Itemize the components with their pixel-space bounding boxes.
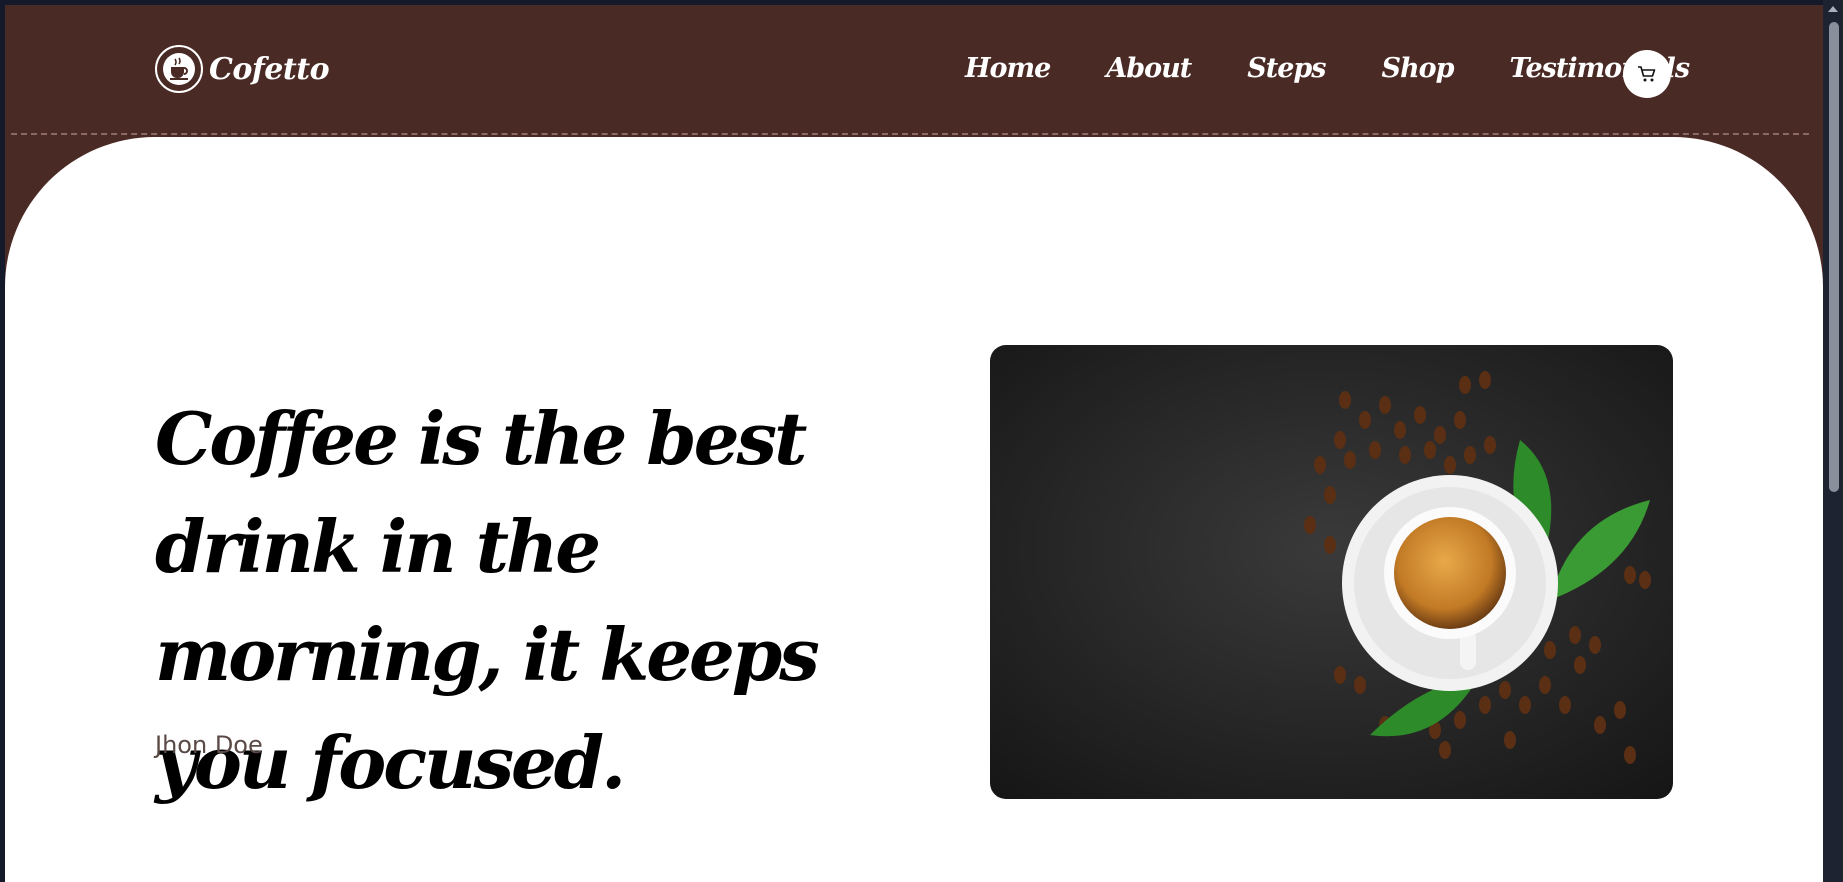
scroll-up-arrow-icon[interactable] xyxy=(1828,6,1838,12)
navbar: Cofetto Home About Steps Shop Testimonia… xyxy=(5,5,1823,135)
coffee-photo xyxy=(990,345,1673,799)
browser-viewport: Cofetto Home About Steps Shop Testimonia… xyxy=(5,5,1823,882)
page-scrollbar[interactable] xyxy=(1823,0,1843,882)
hero-quote: Coffee is the best drink in the morning,… xyxy=(155,396,820,805)
nav-item-steps[interactable]: Steps xyxy=(1247,53,1326,84)
scroll-thumb[interactable] xyxy=(1829,22,1839,492)
brand-logo[interactable]: Cofetto xyxy=(155,45,330,93)
brand-name: Cofetto xyxy=(209,51,330,87)
nav-item-shop[interactable]: Shop xyxy=(1381,53,1454,84)
cart-button[interactable] xyxy=(1623,50,1671,98)
header-divider xyxy=(11,133,1809,135)
nav-item-about[interactable]: About xyxy=(1106,53,1192,84)
cart-icon xyxy=(1638,66,1656,82)
coffee-cup-icon xyxy=(155,45,203,93)
nav-item-home[interactable]: Home xyxy=(965,53,1051,84)
quote-author: Jhon Doe xyxy=(155,731,263,759)
hero-section: Coffee is the best drink in the morning,… xyxy=(5,137,1823,882)
